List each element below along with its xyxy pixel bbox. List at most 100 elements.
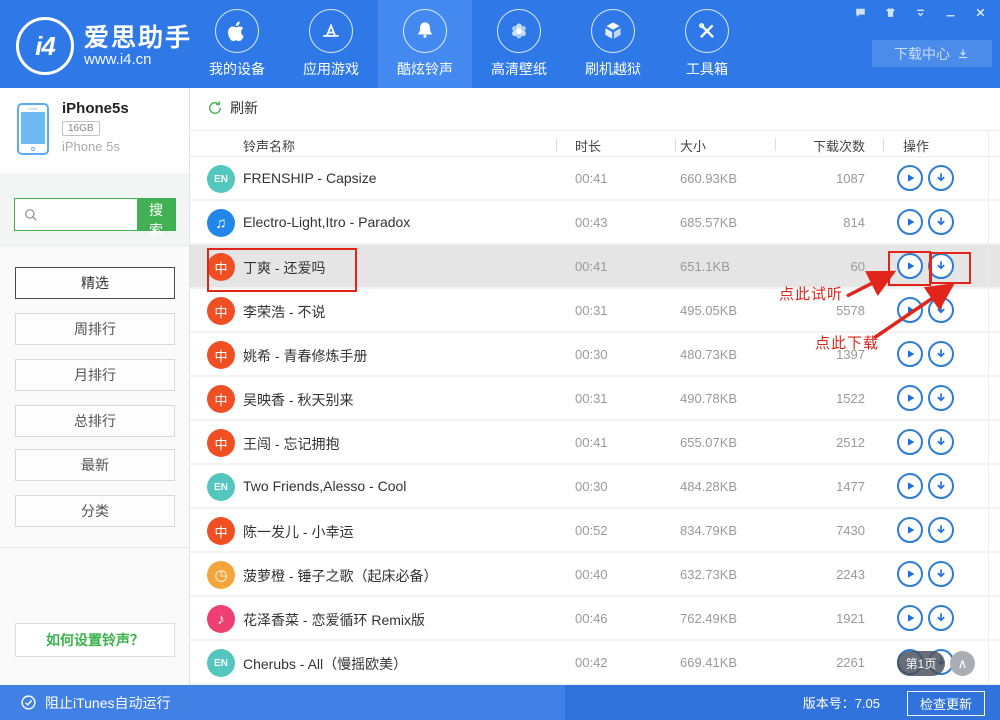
- nav-tab-0[interactable]: 我的设备: [190, 0, 284, 88]
- ringtone-duration: 00:41: [575, 259, 608, 274]
- app-logo: i4 爱思助手 www.i4.cn: [16, 17, 192, 75]
- column-header-downloads: 下载次数: [750, 136, 865, 155]
- page-indicator-button[interactable]: 第1页: [897, 651, 945, 676]
- sidebar-divider: [0, 547, 189, 548]
- refresh-button[interactable]: 刷新: [206, 98, 258, 118]
- ringtone-row[interactable]: 中丁爽 - 还爱吗00:41651.1KB60: [190, 245, 1000, 289]
- download-button[interactable]: [928, 517, 954, 543]
- nav-tab-4[interactable]: 刷机越狱: [566, 0, 660, 88]
- play-button[interactable]: [897, 253, 923, 279]
- ringtone-size: 495.05KB: [680, 303, 737, 318]
- download-button[interactable]: [928, 429, 954, 455]
- ringtone-row[interactable]: ENFRENSHIP - Capsize00:41660.93KB1087: [190, 157, 1000, 201]
- ringtone-row[interactable]: ENCherubs - All（慢摇欧美）00:42669.41KB2261: [190, 641, 1000, 685]
- header-bar: i4 爱思助手 www.i4.cn 我的设备应用游戏酷炫铃声高清壁纸刷机越狱工具…: [0, 0, 1000, 88]
- ringtone-name: Cherubs - All（慢摇欧美）: [243, 654, 407, 674]
- sidebar-item-0[interactable]: 精选: [15, 267, 175, 299]
- ringtone-name: 吴映香 - 秋天别来: [243, 390, 353, 410]
- nav-tab-5[interactable]: 工具箱: [660, 0, 754, 88]
- menu-chevron-icon[interactable]: [912, 5, 928, 19]
- download-center-button[interactable]: 下载中心: [872, 40, 992, 67]
- download-button[interactable]: [928, 605, 954, 631]
- ringtone-duration: 00:43: [575, 215, 608, 230]
- sidebar-item-5[interactable]: 分类: [15, 495, 175, 527]
- ringtone-size: 669.41KB: [680, 655, 737, 670]
- download-button[interactable]: [928, 385, 954, 411]
- ringtone-downloads: 7430: [750, 523, 865, 538]
- play-button[interactable]: [897, 297, 923, 323]
- play-button[interactable]: [897, 165, 923, 191]
- window-controls: [852, 5, 988, 19]
- message-icon[interactable]: [852, 5, 868, 19]
- device-name: iPhone5s: [62, 100, 129, 117]
- cn-badge: 中: [207, 517, 235, 545]
- ringtone-row[interactable]: 中王闯 - 忘记拥抱00:41655.07KB2512: [190, 421, 1000, 465]
- column-header-actions: 操作: [903, 136, 929, 155]
- download-button[interactable]: [928, 561, 954, 587]
- nav-tab-label: 刷机越狱: [585, 59, 641, 79]
- minimize-icon[interactable]: [942, 5, 958, 19]
- play-button[interactable]: [897, 473, 923, 499]
- ringtone-name: Two Friends,Alesso - Cool: [243, 478, 406, 494]
- ringtone-row[interactable]: ♪花泽香菜 - 恋爱循环 Remix版00:46762.49KB1921: [190, 597, 1000, 641]
- how-to-set-ringtone-button[interactable]: 如何设置铃声？: [15, 623, 175, 657]
- ringtone-list-panel: 刷新 铃声名称 时长 大小 下载次数 操作 ENFRENSHIP - Capsi…: [190, 88, 1000, 685]
- ringtone-row[interactable]: ◷菠萝橙 - 锤子之歌（起床必备）00:40632.73KB2243: [190, 553, 1000, 597]
- skin-shirt-icon[interactable]: [882, 5, 898, 19]
- play-button[interactable]: [897, 561, 923, 587]
- ringtone-size: 834.79KB: [680, 523, 737, 538]
- ringtone-size: 490.78KB: [680, 391, 737, 406]
- play-button[interactable]: [897, 429, 923, 455]
- block-itunes-toggle[interactable]: 阻止iTunes自动运行: [0, 685, 565, 720]
- play-button[interactable]: [897, 209, 923, 235]
- ringtone-row[interactable]: 中姚希 - 青春修炼手册00:30480.73KB1397: [190, 333, 1000, 377]
- sidebar-item-1[interactable]: 周排行: [15, 313, 175, 345]
- check-update-button[interactable]: 检查更新: [907, 691, 985, 716]
- nav-tab-1[interactable]: 应用游戏: [284, 0, 378, 88]
- appstore-icon: [309, 9, 353, 53]
- sidebar-item-4[interactable]: 最新: [15, 449, 175, 481]
- ringtone-downloads: 1921: [750, 611, 865, 626]
- scrollbar-track[interactable]: [988, 130, 989, 685]
- spiral-note-badge: ♪: [207, 605, 235, 633]
- sidebar-item-3[interactable]: 总排行: [15, 405, 175, 437]
- ringtone-downloads: 2243: [750, 567, 865, 582]
- ringtone-downloads: 1522: [750, 391, 865, 406]
- download-button[interactable]: [928, 341, 954, 367]
- ringtone-row[interactable]: ♫Electro-Light,Itro - Paradox00:43685.57…: [190, 201, 1000, 245]
- apple-icon: [215, 9, 259, 53]
- back-to-top-button[interactable]: ∧: [950, 651, 975, 676]
- ringtone-row[interactable]: ENTwo Friends,Alesso - Cool00:30484.28KB…: [190, 465, 1000, 509]
- download-button[interactable]: [928, 209, 954, 235]
- ringtone-size: 632.73KB: [680, 567, 737, 582]
- download-button[interactable]: [928, 473, 954, 499]
- close-icon[interactable]: [972, 5, 988, 19]
- ringtone-row[interactable]: 中李荣浩 - 不说00:31495.05KB5578: [190, 289, 1000, 333]
- play-button[interactable]: [897, 605, 923, 631]
- flower-icon: [497, 9, 541, 53]
- download-button[interactable]: [928, 253, 954, 279]
- ringtone-size: 762.49KB: [680, 611, 737, 626]
- ringtone-duration: 00:41: [575, 435, 608, 450]
- download-button[interactable]: [928, 165, 954, 191]
- refresh-icon: [206, 99, 224, 117]
- ringtone-row[interactable]: 中吴映香 - 秋天别来00:31490.78KB1522: [190, 377, 1000, 421]
- device-model: iPhone 5s: [62, 139, 129, 154]
- ringtone-duration: 00:31: [575, 303, 608, 318]
- download-button[interactable]: [928, 297, 954, 323]
- download-tray-icon: [956, 47, 970, 61]
- ringtone-size: 480.73KB: [680, 347, 737, 362]
- nav-tab-3[interactable]: 高清壁纸: [472, 0, 566, 88]
- alarm-clock-badge: ◷: [207, 561, 235, 589]
- sidebar-item-2[interactable]: 月排行: [15, 359, 175, 391]
- ringtone-size: 685.57KB: [680, 215, 737, 230]
- play-button[interactable]: [897, 385, 923, 411]
- play-button[interactable]: [897, 517, 923, 543]
- ringtone-row[interactable]: 中陈一发儿 - 小幸运00:52834.79KB7430: [190, 509, 1000, 553]
- download-center-label: 下载中心: [894, 44, 950, 64]
- play-button[interactable]: [897, 341, 923, 367]
- ringtone-name: 姚希 - 青春修炼手册: [243, 346, 367, 366]
- search-button[interactable]: 搜索: [137, 199, 175, 230]
- nav-tab-2[interactable]: 酷炫铃声: [378, 0, 472, 88]
- ringtone-name: 李荣浩 - 不说: [243, 302, 325, 322]
